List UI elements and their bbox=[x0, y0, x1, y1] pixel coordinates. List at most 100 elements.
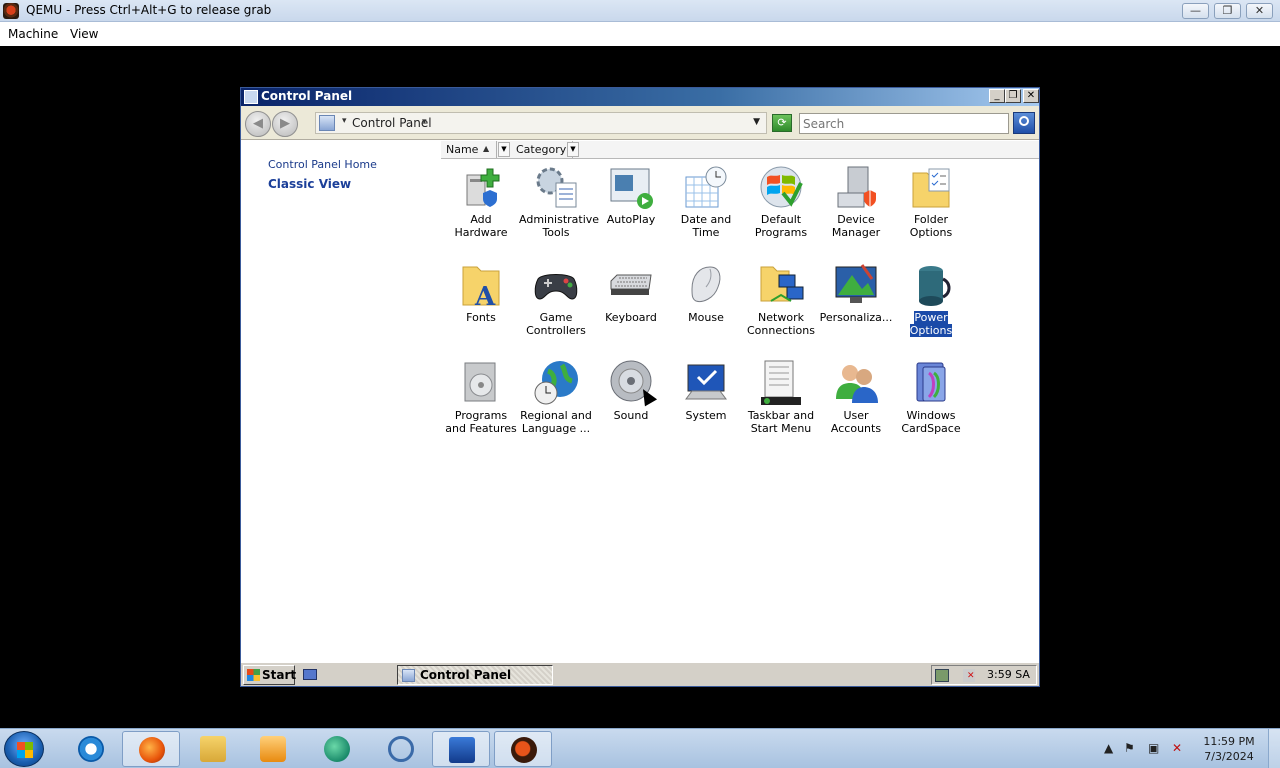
window-close-button[interactable]: ✕ bbox=[1023, 89, 1039, 103]
control-panel-address-icon bbox=[319, 115, 335, 131]
window-title: Control Panel bbox=[261, 89, 353, 103]
sound-item[interactable]: Sound bbox=[594, 359, 668, 449]
personalization-item[interactable]: Personaliza... bbox=[819, 261, 893, 351]
power-options-icon bbox=[919, 266, 951, 306]
classic-view-link[interactable]: Classic View bbox=[268, 177, 351, 191]
minimize-icon: — bbox=[1190, 4, 1201, 17]
forward-button[interactable]: ▶ bbox=[272, 111, 298, 137]
user-accounts-item[interactable]: User Accounts bbox=[819, 359, 893, 449]
autoplay-item[interactable]: AutoPlay bbox=[594, 163, 668, 253]
column-headers: Name ▲ ▼ Category ▼ bbox=[441, 141, 1039, 159]
user-accounts-icon bbox=[836, 365, 878, 403]
show-desktop-icon[interactable] bbox=[303, 669, 317, 680]
autoplay-icon bbox=[610, 168, 653, 209]
action-center-flag-icon[interactable]: ⚑ bbox=[1124, 741, 1135, 755]
sort-up-icon: ▲ bbox=[483, 144, 490, 153]
game-controllers-icon bbox=[534, 274, 578, 300]
column-header-category[interactable]: Category bbox=[511, 141, 573, 158]
windows-cardspace-icon bbox=[916, 362, 946, 402]
snipping-tool-icon[interactable] bbox=[372, 731, 430, 767]
search-icon[interactable] bbox=[1013, 112, 1035, 134]
default-programs-icon bbox=[760, 166, 803, 208]
network-connections-icon bbox=[760, 266, 804, 302]
volume-muted-icon[interactable]: ✕ bbox=[1172, 741, 1182, 755]
date-time-item[interactable]: Date and Time bbox=[669, 163, 743, 253]
power-options-item[interactable]: Power Options bbox=[894, 261, 968, 351]
regional-language-item[interactable]: Regional and Language ... bbox=[519, 359, 593, 449]
folder-options-item[interactable]: Folder Options bbox=[894, 163, 968, 253]
internet-explorer-icon[interactable] bbox=[62, 731, 120, 767]
windows-cardspace-item[interactable]: Windows CardSpace bbox=[894, 359, 968, 449]
network-connections-item[interactable]: Network Connections bbox=[744, 261, 818, 351]
system-item[interactable]: System bbox=[669, 359, 743, 449]
qemu-close-button[interactable]: ✕ bbox=[1246, 3, 1273, 19]
window-titlebar[interactable]: Control Panel _ ❐ ✕ bbox=[241, 88, 1039, 106]
name-filter-dropdown[interactable]: ▼ bbox=[498, 142, 510, 157]
guest-start-button[interactable]: Start bbox=[243, 665, 296, 685]
fonts-item[interactable]: A Fonts bbox=[444, 261, 518, 351]
navigation-toolbar: ◀ ▶ ▾ Control Panel ▾ ▼ ⟳ bbox=[241, 106, 1039, 140]
task-pane: Control Panel Home Classic View bbox=[241, 141, 441, 661]
keyboard-icon bbox=[610, 274, 652, 295]
chevron-down-icon[interactable]: ▾ bbox=[422, 117, 427, 127]
default-programs-item[interactable]: Default Programs bbox=[744, 163, 818, 253]
administrative-tools-item[interactable]: Administrative Tools bbox=[519, 163, 599, 253]
breadcrumb-control-panel[interactable]: Control Panel bbox=[352, 116, 432, 130]
administrative-tools-icon bbox=[536, 167, 577, 208]
guest-system-tray: 3:59 SA bbox=[931, 665, 1037, 685]
qemu-minimize-button[interactable]: — bbox=[1182, 3, 1209, 19]
app-globe-icon[interactable] bbox=[308, 731, 366, 767]
chevron-down-icon[interactable]: ▾ bbox=[342, 116, 347, 126]
add-hardware-item[interactable]: Add Hardware bbox=[444, 163, 518, 253]
taskbar-start-menu-icon bbox=[761, 360, 801, 405]
network-icon[interactable]: ▣ bbox=[1148, 741, 1159, 755]
host-start-button[interactable] bbox=[4, 731, 44, 767]
folder-options-icon bbox=[912, 168, 950, 208]
host-clock[interactable]: 11:59 PM 7/3/2024 bbox=[1196, 734, 1262, 764]
search-input[interactable] bbox=[799, 113, 1009, 134]
address-bar[interactable]: ▾ Control Panel ▾ ▼ bbox=[315, 112, 767, 134]
menu-view[interactable]: View bbox=[70, 27, 98, 41]
windows-flag-icon bbox=[247, 669, 260, 681]
control-panel-icon bbox=[244, 90, 258, 104]
taskbar-start-menu-item[interactable]: Taskbar and Start Menu bbox=[744, 359, 818, 449]
close-icon: ✕ bbox=[1254, 4, 1265, 17]
back-button[interactable]: ◀ bbox=[245, 111, 271, 137]
guest-taskbar: Start Control Panel 3:59 SA bbox=[241, 662, 1039, 686]
category-filter-dropdown[interactable]: ▼ bbox=[567, 142, 579, 157]
show-hidden-icons-icon[interactable]: ▲ bbox=[1104, 741, 1113, 755]
qemu-menubar: Machine View bbox=[0, 22, 1280, 46]
show-desktop-button[interactable] bbox=[1268, 729, 1280, 768]
qemu-app-icon bbox=[3, 3, 19, 19]
window-restore-button[interactable]: ❐ bbox=[1005, 89, 1021, 103]
keyboard-item[interactable]: Keyboard bbox=[594, 261, 668, 351]
menu-machine[interactable]: Machine bbox=[8, 27, 58, 41]
programs-features-icon bbox=[464, 362, 496, 402]
address-dropdown-icon[interactable]: ▼ bbox=[753, 117, 760, 127]
selected-label: Power Options bbox=[908, 310, 954, 338]
network-tray-icon[interactable] bbox=[935, 669, 949, 682]
windows-orb-icon bbox=[17, 742, 33, 758]
device-manager-item[interactable]: Device Manager bbox=[819, 163, 893, 253]
firefox-icon[interactable] bbox=[122, 731, 180, 767]
taskbar-control-panel-button[interactable]: Control Panel bbox=[397, 665, 553, 685]
personalization-icon bbox=[835, 264, 877, 303]
control-panel-home-link[interactable]: Control Panel Home bbox=[268, 158, 377, 171]
game-controllers-item[interactable]: Game Controllers bbox=[519, 261, 593, 351]
mouse-item[interactable]: Mouse bbox=[669, 261, 743, 351]
guest-clock[interactable]: 3:59 SA bbox=[987, 668, 1030, 681]
fonts-icon: A bbox=[462, 266, 500, 309]
device-manager-icon bbox=[837, 166, 876, 208]
refresh-button[interactable]: ⟳ bbox=[772, 114, 792, 132]
programs-features-item[interactable]: Programs and Features bbox=[444, 359, 518, 449]
media-player-icon[interactable] bbox=[244, 731, 302, 767]
powershell-icon[interactable] bbox=[432, 731, 490, 767]
qemu-restore-button[interactable]: ❐ bbox=[1214, 3, 1241, 19]
file-explorer-icon[interactable] bbox=[184, 731, 242, 767]
mouse-icon bbox=[691, 266, 721, 302]
restore-icon: ❐ bbox=[1222, 4, 1233, 17]
regional-language-icon bbox=[534, 361, 578, 405]
window-minimize-button[interactable]: _ bbox=[989, 89, 1005, 103]
volume-muted-icon[interactable] bbox=[963, 669, 975, 682]
qemu-icon[interactable] bbox=[494, 731, 552, 767]
